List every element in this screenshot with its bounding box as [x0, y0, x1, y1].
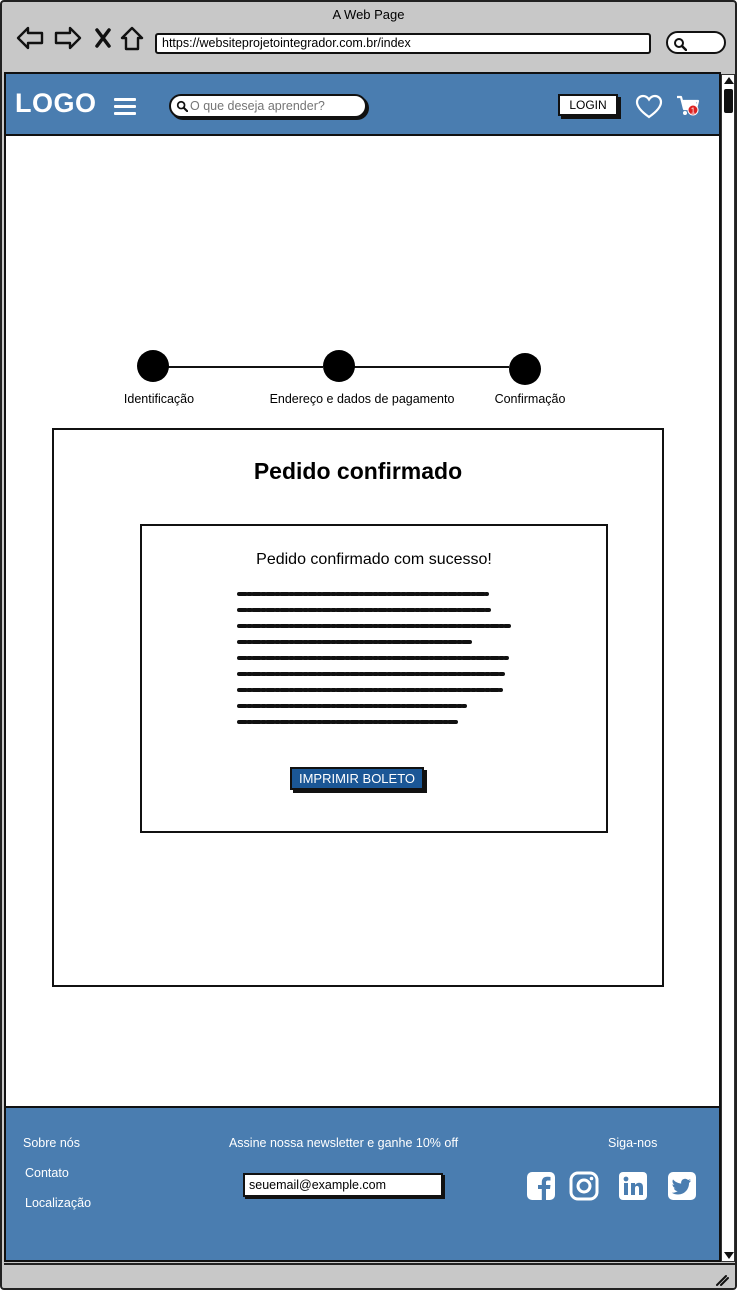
status-bar — [4, 1263, 735, 1288]
site-search-box[interactable] — [169, 94, 367, 118]
browser-search-field[interactable] — [666, 31, 726, 54]
step-2-label: Endereço e dados de pagamento — [269, 392, 455, 406]
facebook-icon[interactable] — [526, 1171, 556, 1201]
step-1-label: Identificação — [123, 392, 195, 406]
footer-link-contato[interactable]: Contato — [25, 1166, 69, 1180]
search-input[interactable] — [190, 97, 360, 115]
home-icon[interactable] — [118, 24, 146, 52]
search-icon — [674, 38, 687, 51]
placeholder-text-scribble — [237, 592, 511, 724]
print-boleto-button[interactable]: IMPRIMIR BOLETO — [290, 767, 424, 790]
browser-window: A Web Page https://websiteprojetointegra… — [0, 0, 737, 1290]
twitter-icon[interactable] — [667, 1171, 697, 1201]
instagram-icon[interactable] — [569, 1171, 599, 1201]
page-title: Pedido confirmado — [253, 458, 463, 484]
confirmation-message-box: Pedido confirmado com sucesso! IMPRIMIR … — [140, 524, 608, 833]
menu-icon[interactable] — [114, 98, 136, 116]
step-2-dot — [323, 350, 355, 382]
scroll-thumb[interactable] — [724, 89, 733, 113]
site-footer: Sobre nós Contato Localização Assine nos… — [6, 1106, 719, 1260]
linkedin-icon[interactable] — [618, 1171, 648, 1201]
forward-icon[interactable] — [54, 24, 82, 52]
resize-grip-icon[interactable] — [715, 1274, 729, 1286]
scroll-up-arrow-icon[interactable] — [724, 77, 734, 84]
browser-title: A Web Page — [332, 7, 405, 22]
heart-icon[interactable] — [635, 94, 663, 125]
back-icon[interactable] — [16, 24, 44, 52]
newsletter-email-input[interactable] — [243, 1173, 443, 1197]
site-header: LOGO LOGIN 1 — [6, 74, 719, 136]
step-3-dot — [509, 353, 541, 385]
scroll-down-arrow-icon[interactable] — [724, 1252, 734, 1259]
page-viewport: LOGO LOGIN 1 — [4, 72, 721, 1262]
step-connector — [153, 366, 323, 368]
step-connector — [339, 366, 509, 368]
vertical-scrollbar[interactable] — [721, 74, 735, 1262]
close-icon[interactable] — [89, 24, 117, 52]
search-icon — [176, 100, 188, 112]
follow-label: Siga-nos — [608, 1136, 658, 1150]
confirmation-card: Pedido confirmado Pedido confirmado com … — [52, 428, 664, 987]
logo[interactable]: LOGO — [15, 88, 97, 119]
url-bar[interactable]: https://websiteprojetointegrador.com.br/… — [155, 33, 651, 54]
cart-count-badge: 1 — [691, 107, 696, 116]
step-1-dot — [137, 350, 169, 382]
cart-icon[interactable]: 1 — [675, 94, 701, 123]
step-3-label: Confirmação — [494, 392, 566, 406]
login-button[interactable]: LOGIN — [558, 94, 618, 116]
success-message: Pedido confirmado com sucesso! — [256, 551, 492, 568]
footer-link-localizacao[interactable]: Localização — [25, 1196, 91, 1210]
newsletter-label: Assine nossa newsletter e ganhe 10% off — [228, 1136, 459, 1150]
